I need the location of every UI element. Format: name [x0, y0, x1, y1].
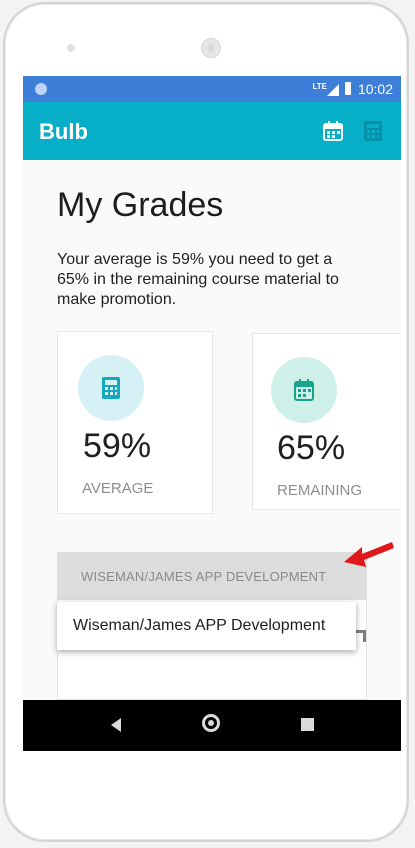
dropdown-menu: Wiseman/James APP Development	[57, 602, 356, 650]
back-icon[interactable]	[111, 718, 121, 732]
dropdown-option[interactable]: Wiseman/James APP Development	[73, 617, 325, 635]
navigation-bar	[23, 700, 401, 751]
phone-frame: LTE 10:02 Bulb My Grades Your average is…	[3, 2, 409, 842]
average-icon-circle	[78, 355, 144, 421]
front-camera	[201, 38, 221, 58]
signal-icon	[327, 84, 339, 96]
calculator-icon	[102, 377, 120, 399]
average-card: 59% AVERAGE	[57, 331, 213, 514]
app-bar: Bulb	[23, 102, 401, 160]
page-title: My Grades	[57, 186, 224, 224]
battery-icon	[345, 82, 351, 95]
remaining-value: 65%	[277, 429, 346, 467]
status-time: 10:02	[357, 81, 393, 97]
network-label: LTE	[312, 82, 327, 91]
remaining-label: REMAINING	[277, 482, 363, 499]
average-label: AVERAGE	[82, 480, 154, 497]
remaining-card: 65% REMAINING	[252, 333, 401, 510]
calendar-icon[interactable]	[322, 120, 344, 142]
notification-icon	[35, 83, 47, 95]
calendar-icon	[294, 379, 314, 401]
screen: LTE 10:02 Bulb My Grades Your average is…	[23, 76, 401, 751]
recents-icon[interactable]	[301, 718, 314, 731]
course-dropdown[interactable]: WISEMAN/JAMES APP DEVELOPMENT	[57, 552, 367, 600]
status-bar: LTE 10:02	[23, 76, 401, 102]
home-icon[interactable]	[202, 714, 220, 732]
remaining-icon-circle	[271, 357, 337, 423]
app-title: Bulb	[39, 119, 88, 144]
calculator-icon[interactable]	[362, 120, 384, 142]
average-value: 59%	[83, 427, 152, 465]
course-dropdown-label: WISEMAN/JAMES APP DEVELOPMENT	[81, 569, 327, 584]
page-subtitle: Your average is 59% you need to get a 65…	[57, 251, 339, 308]
annotation-arrow-icon	[344, 542, 394, 567]
proximity-sensor	[67, 44, 75, 52]
